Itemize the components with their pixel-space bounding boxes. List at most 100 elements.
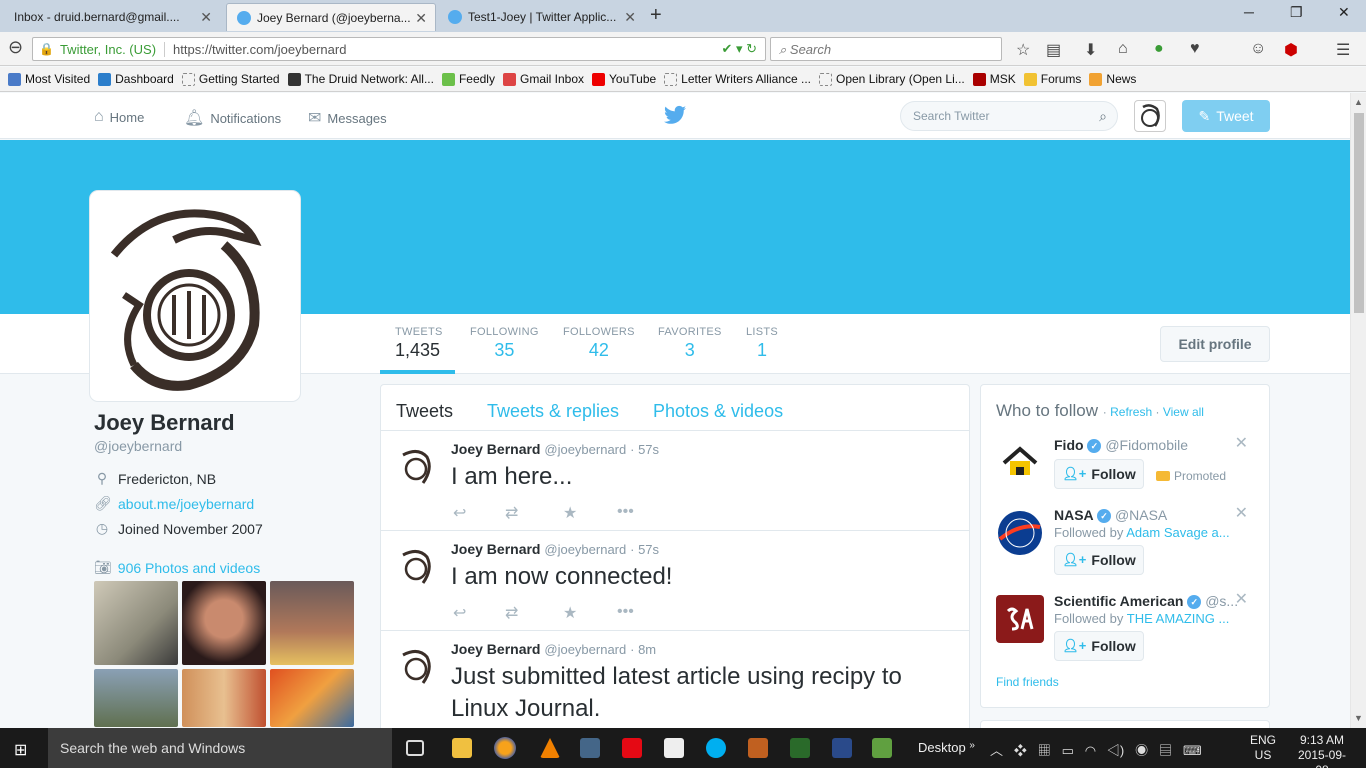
menu-icon[interactable]: ☰ bbox=[1336, 40, 1350, 60]
photos-videos-link[interactable]: 📷︎ 906 Photos and videos bbox=[94, 559, 364, 576]
tweet-item[interactable]: Joey Bernard @joeybernard · 57s I am her… bbox=[381, 431, 969, 531]
star-icon[interactable]: ☆ bbox=[1016, 40, 1030, 60]
close-icon[interactable]: ✕ bbox=[200, 9, 212, 26]
file-explorer-icon[interactable] bbox=[452, 738, 472, 758]
edit-profile-button[interactable]: Edit profile bbox=[1160, 326, 1270, 362]
photo-thumbnail[interactable] bbox=[94, 669, 178, 727]
compose-tweet-button[interactable]: ✎ Tweet bbox=[1182, 100, 1270, 132]
netflix-icon[interactable] bbox=[622, 738, 642, 758]
taskbar-search-input[interactable]: Search the web and Windows bbox=[48, 728, 392, 768]
tweet-item[interactable]: Joey Bernard @joeybernard · 57s I am now… bbox=[381, 531, 969, 631]
site-identity[interactable]: Twitter, Inc. (US) bbox=[60, 41, 166, 57]
url-text[interactable]: https://twitter.com/joeybernard bbox=[173, 42, 346, 57]
window-close-icon[interactable]: ✕ bbox=[1338, 4, 1350, 21]
profile-website[interactable]: 🔗︎ about.me/joeybernard bbox=[94, 495, 364, 512]
maximize-icon[interactable]: ❐ bbox=[1290, 4, 1303, 21]
bookmark-item[interactable]: MSK bbox=[972, 72, 1016, 86]
photo-thumbnail[interactable] bbox=[182, 581, 266, 665]
tab-twitter-profile[interactable]: Joey Bernard (@joeyberna... ✕ bbox=[226, 3, 436, 31]
retweet-icon[interactable]: ⇄ bbox=[505, 603, 518, 623]
photo-thumbnail[interactable] bbox=[182, 669, 266, 727]
nav-notifications[interactable]: 🔔︎ Notifications bbox=[184, 108, 281, 128]
suggestion-handle[interactable]: @s... bbox=[1205, 593, 1238, 609]
stat-lists[interactable]: LISTS 1 bbox=[746, 326, 778, 361]
tweet-avatar[interactable] bbox=[393, 443, 439, 489]
reply-icon[interactable]: ↩ bbox=[453, 503, 466, 523]
minimize-icon[interactable]: ─ bbox=[1244, 4, 1254, 20]
bookmark-item[interactable]: The Druid Network: All... bbox=[287, 72, 434, 86]
browser-search-input[interactable]: ⌕ Search bbox=[770, 37, 1002, 61]
suggestion-handle[interactable]: @NASA bbox=[1115, 507, 1167, 523]
nav-home[interactable]: ⌂ Home bbox=[94, 108, 144, 126]
retweet-icon[interactable]: ⇄ bbox=[505, 503, 518, 523]
windows-start-icon[interactable]: ⊞ bbox=[14, 740, 27, 760]
battery-icon[interactable]: ▭ bbox=[1062, 743, 1074, 758]
stat-tweets[interactable]: TWEETS 1,435 bbox=[380, 326, 455, 374]
ipython-icon[interactable] bbox=[664, 738, 684, 758]
suggestion-avatar[interactable] bbox=[996, 439, 1044, 487]
view-all-link[interactable]: View all bbox=[1163, 405, 1204, 419]
new-tab-button[interactable]: + bbox=[650, 4, 662, 27]
reading-list-icon[interactable]: ▤ bbox=[1046, 40, 1061, 60]
chart-app-icon[interactable] bbox=[872, 738, 892, 758]
photo-thumbnail[interactable] bbox=[270, 581, 354, 665]
tweet-time[interactable]: · 57s bbox=[630, 442, 659, 457]
emoji-icon[interactable]: ☺ bbox=[1250, 40, 1266, 58]
search-icon[interactable]: ⌕ bbox=[1099, 108, 1107, 125]
profile-avatar[interactable] bbox=[90, 191, 300, 401]
database-icon[interactable] bbox=[580, 738, 600, 758]
sublime-icon[interactable] bbox=[748, 738, 768, 758]
tab-tweets[interactable]: Tweets bbox=[396, 401, 453, 422]
tweet-avatar[interactable] bbox=[393, 543, 439, 589]
check-icon[interactable]: ✔ ▾ ↻ bbox=[721, 41, 757, 57]
bookmark-item[interactable]: Dashboard bbox=[98, 72, 174, 86]
find-friends-link[interactable]: Find friends bbox=[996, 675, 1059, 689]
nav-messages[interactable]: ✉ Messages bbox=[308, 108, 387, 128]
suggestion-avatar[interactable] bbox=[996, 595, 1044, 643]
skype-icon[interactable] bbox=[706, 738, 726, 758]
taskbar-clock[interactable]: 9:13 AM2015-09-08 bbox=[1292, 733, 1352, 768]
page-scrollbar[interactable]: ▲ ▼ bbox=[1350, 93, 1366, 728]
bookmark-item[interactable]: Forums bbox=[1023, 72, 1081, 86]
keyboard-icon[interactable]: ⌨ bbox=[1183, 743, 1202, 758]
tweet-handle[interactable]: @joeybernard bbox=[544, 542, 626, 557]
stat-favorites[interactable]: FAVORITES 3 bbox=[658, 326, 722, 361]
follow-button[interactable]: 👤︎+ Follow bbox=[1054, 545, 1144, 575]
scroll-down-icon[interactable]: ▼ bbox=[1354, 713, 1363, 723]
language-indicator[interactable]: ENG US bbox=[1250, 733, 1276, 763]
suggestion-name[interactable]: Scientific American bbox=[1054, 593, 1183, 609]
twitter-search-input[interactable]: Search Twitter ⌕ bbox=[900, 101, 1118, 131]
url-bar[interactable]: 🔒 Twitter, Inc. (US) https://twitter.com… bbox=[32, 37, 766, 61]
user-avatar[interactable] bbox=[1134, 100, 1166, 132]
bookmark-item[interactable]: News bbox=[1089, 72, 1136, 86]
adblock-icon[interactable]: ⬢ bbox=[1284, 40, 1298, 60]
download-icon[interactable]: ⬇ bbox=[1084, 40, 1097, 60]
stat-following[interactable]: FOLLOWING 35 bbox=[470, 326, 539, 361]
back-icon[interactable]: ⊖ bbox=[8, 37, 23, 58]
vlc-icon[interactable] bbox=[540, 738, 560, 758]
dismiss-icon[interactable]: ✕ bbox=[1235, 589, 1248, 609]
reply-icon[interactable]: ↩ bbox=[453, 603, 466, 623]
tweet-author-name[interactable]: Joey Bernard bbox=[451, 541, 540, 557]
stat-followers[interactable]: FOLLOWERS 42 bbox=[563, 326, 635, 361]
photo-thumbnail[interactable] bbox=[270, 669, 354, 727]
tweet-handle[interactable]: @joeybernard bbox=[544, 442, 626, 457]
tweet-author-name[interactable]: Joey Bernard bbox=[451, 641, 540, 657]
tab-tweets-replies[interactable]: Tweets & replies bbox=[487, 401, 619, 422]
refresh-link[interactable]: Refresh bbox=[1110, 405, 1152, 419]
bookmark-item[interactable]: Most Visited bbox=[8, 72, 90, 86]
scrollbar-thumb[interactable] bbox=[1354, 113, 1364, 313]
task-view-icon[interactable] bbox=[406, 740, 424, 756]
bookmark-item[interactable]: Open Library (Open Li... bbox=[819, 72, 965, 86]
tweet-time[interactable]: · 8m bbox=[630, 642, 656, 657]
suggestion-handle[interactable]: @Fidomobile bbox=[1105, 437, 1188, 453]
network-icon[interactable]: ▦ bbox=[1038, 743, 1051, 758]
close-icon[interactable]: ✕ bbox=[415, 10, 427, 27]
suggestion-avatar[interactable] bbox=[996, 509, 1044, 557]
network-tool-icon[interactable] bbox=[832, 738, 852, 758]
firefox-icon[interactable] bbox=[494, 737, 516, 759]
volume-icon[interactable]: ◁) bbox=[1107, 743, 1124, 758]
more-icon[interactable]: ••• bbox=[617, 603, 634, 621]
notification-icon[interactable]: ▤ bbox=[1159, 743, 1172, 758]
terminal-icon[interactable] bbox=[790, 738, 810, 758]
